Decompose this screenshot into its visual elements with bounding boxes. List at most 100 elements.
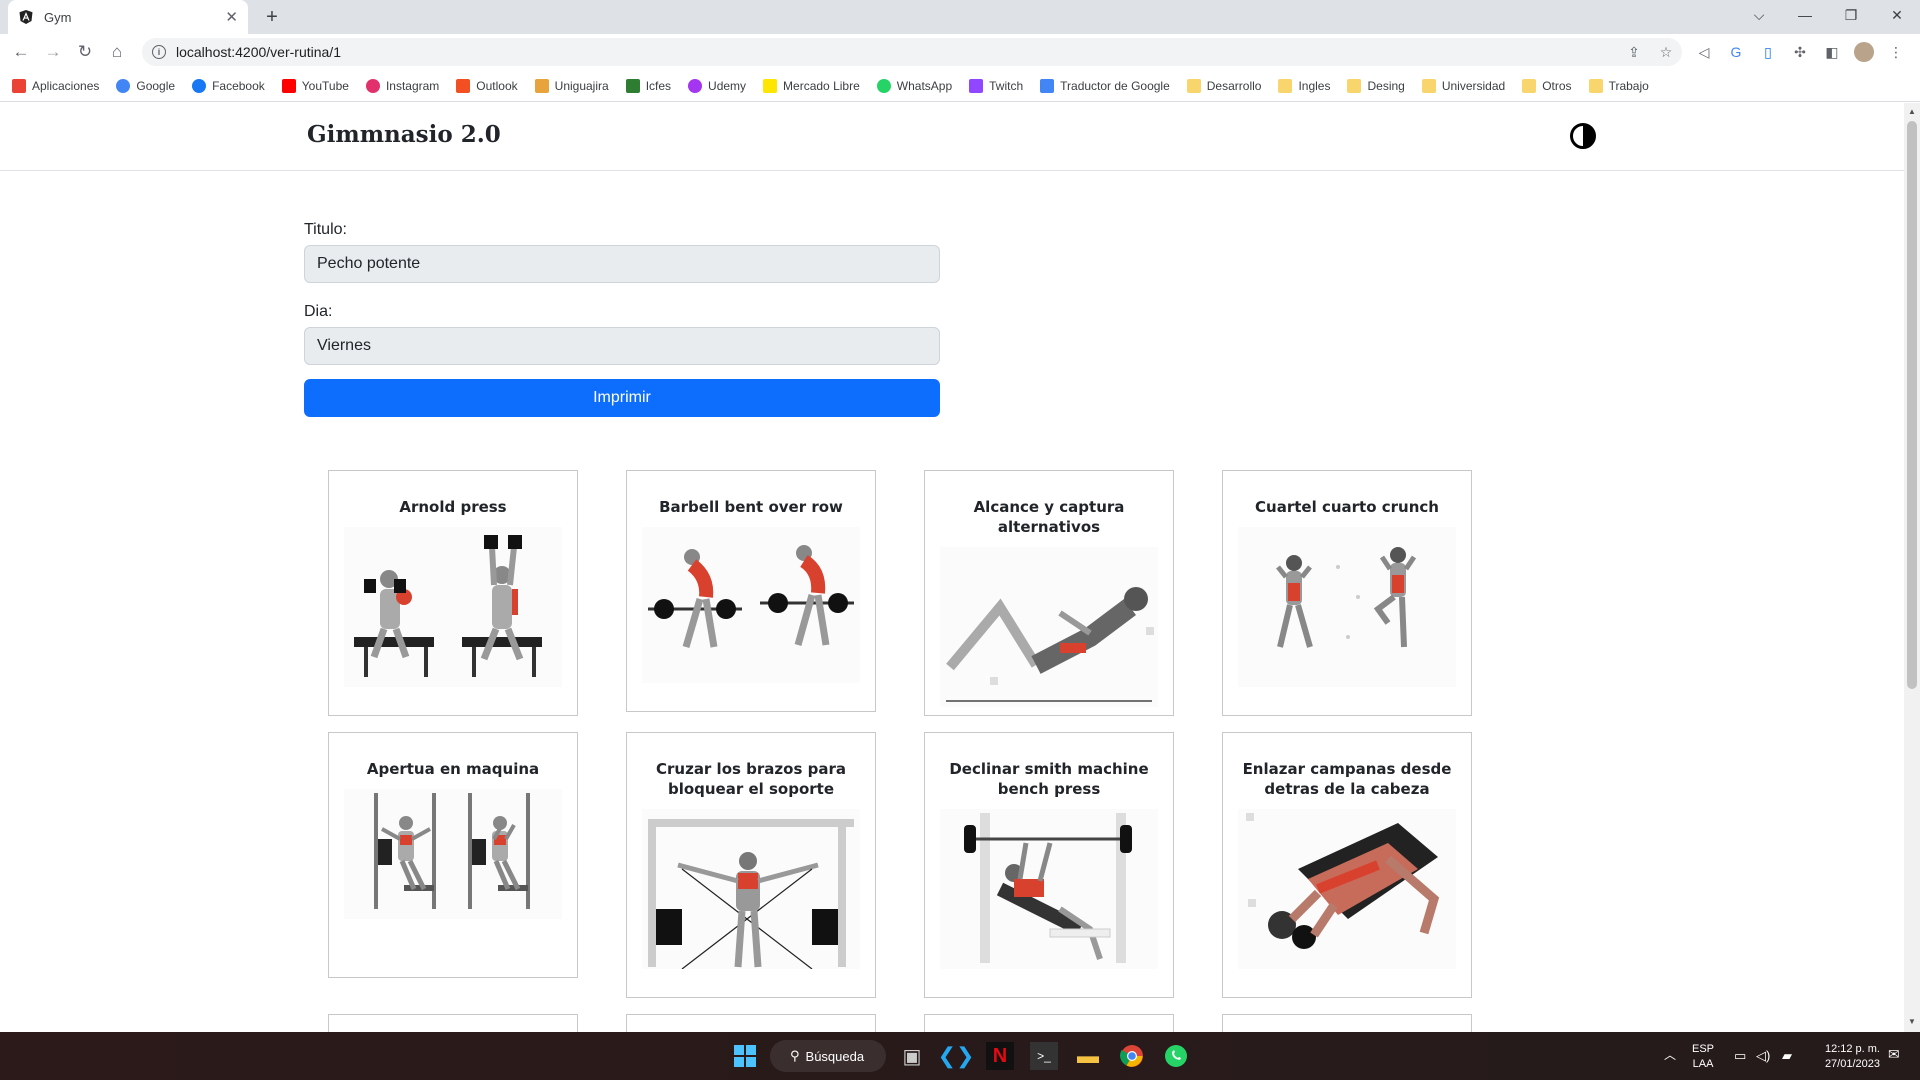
bookmark-icfes[interactable]: Icfes (625, 78, 671, 93)
whatsapp-icon (876, 78, 891, 93)
exercise-card[interactable]: Apertua en maquina (328, 732, 578, 978)
exercise-image (1238, 809, 1456, 969)
exercise-card[interactable]: Cruzar los brazos para bloquear el sopor… (626, 732, 876, 998)
print-button[interactable]: Imprimir (304, 379, 940, 417)
bookmark-star-icon[interactable]: ☆ (1656, 42, 1676, 62)
bookmark-youtube[interactable]: YouTube (281, 78, 349, 93)
task-view-icon[interactable]: ▣ (898, 1042, 926, 1070)
exercise-card[interactable]: Cuartel cuarto crunch (1222, 470, 1472, 716)
read-aloud-icon[interactable]: ◁ (1694, 42, 1714, 62)
bookmark-label: Aplicaciones (32, 78, 100, 93)
scroll-up-icon[interactable]: ▲ (1908, 107, 1916, 116)
close-tab-icon[interactable]: ✕ (225, 8, 238, 26)
bookmark-label: Trabajo (1608, 78, 1649, 93)
titulo-field[interactable]: Pecho potente (304, 245, 940, 283)
bookmark-whatsapp[interactable]: WhatsApp (876, 78, 952, 93)
file-explorer-icon[interactable]: ▬ (1074, 1042, 1102, 1070)
windows-start-icon[interactable] (731, 1042, 759, 1070)
exercise-title: Apertua en maquina (366, 760, 540, 778)
exercise-card[interactable] (924, 1014, 1174, 1032)
home-icon[interactable]: ⌂ (102, 37, 132, 67)
extension-icon[interactable]: ▯ (1758, 42, 1778, 62)
bookmark-facebook[interactable]: Facebook (192, 78, 265, 93)
exercise-image (1238, 527, 1456, 687)
exercise-card[interactable] (328, 1014, 578, 1032)
bookmark-instagram[interactable]: Instagram (365, 78, 439, 93)
browser-tab[interactable]: Gym ✕ (8, 0, 248, 34)
bookmark-twitch[interactable]: Twitch (969, 78, 1023, 93)
puzzle-extensions-icon[interactable]: ✣ (1790, 42, 1810, 62)
battery-icon[interactable]: ▰ (1782, 1048, 1792, 1063)
whatsapp-icon[interactable] (1162, 1042, 1190, 1070)
exercise-card[interactable]: Barbell bent over row (626, 470, 876, 712)
bookmark-label: Udemy (708, 78, 747, 93)
show-hidden-icons-chevron[interactable]: ︿ (1664, 1048, 1676, 1063)
bookmark-ingles[interactable]: Ingles (1278, 78, 1330, 93)
outlook-icon (456, 78, 471, 93)
page-viewport: Gimmnasio 2.0 Titulo: Pecho potente Dia:… (0, 103, 1904, 1032)
netflix-icon[interactable]: N (986, 1042, 1014, 1070)
close-window-button[interactable]: ✕ (1874, 0, 1920, 30)
exercise-title: Alcance y captura alternativos (973, 498, 1125, 536)
bookmark-trabajo[interactable]: Trabajo (1588, 78, 1649, 93)
folder-icon (1588, 78, 1603, 93)
network-icon[interactable]: ▭ (1734, 1048, 1746, 1063)
tab-search-icon[interactable]: ⌵ (1736, 0, 1782, 30)
terminal-icon[interactable]: >_ (1030, 1042, 1058, 1070)
search-icon: ⚲ (790, 1048, 800, 1063)
bookmark-desing[interactable]: Desing (1347, 78, 1405, 93)
language-indicator[interactable]: ESP LAA (1692, 1042, 1714, 1072)
back-arrow-icon[interactable]: ← (6, 37, 36, 67)
search-label: Búsqueda (805, 1048, 865, 1064)
scroll-down-icon[interactable]: ▼ (1908, 1017, 1916, 1026)
exercise-title: Barbell bent over row (659, 498, 843, 516)
exercise-card[interactable]: Declinar smith machine bench press (924, 732, 1174, 998)
new-tab-button[interactable]: + (258, 4, 286, 30)
bookmark-universidad[interactable]: Universidad (1421, 78, 1505, 93)
site-info-icon[interactable]: i (152, 45, 166, 59)
bookmark-otros[interactable]: Otros (1522, 78, 1572, 93)
taskbar-search[interactable]: ⚲ Búsqueda (770, 1040, 886, 1072)
theme-toggle-icon[interactable] (1570, 123, 1596, 149)
vscode-icon[interactable]: ❮❯ (938, 1042, 975, 1070)
volume-icon[interactable]: ◁) (1756, 1048, 1770, 1063)
exercise-image (344, 527, 562, 687)
angular-favicon-icon (18, 9, 34, 25)
notifications-icon[interactable]: ✉ (1888, 1047, 1900, 1062)
page-scrollbar[interactable]: ▲ ▼ (1904, 103, 1920, 1032)
app-brand[interactable]: Gimmnasio 2.0 (307, 121, 501, 148)
bookmark-mercado-libre[interactable]: Mercado Libre (763, 78, 860, 93)
translate-extension-icon[interactable]: G (1726, 42, 1746, 62)
bookmark-desarrollo[interactable]: Desarrollo (1186, 78, 1261, 93)
bookmark-google[interactable]: Google (116, 78, 175, 93)
clock[interactable]: 12:12 p. m. 27/01/2023 (1816, 1042, 1880, 1072)
exercise-title: Enlazar campanas desde detras de la cabe… (1242, 760, 1452, 798)
forward-arrow-icon[interactable]: → (38, 37, 68, 67)
folder-icon (1522, 78, 1537, 93)
menu-kebab-icon[interactable]: ⋮ (1886, 42, 1906, 62)
exercise-card[interactable]: Enlazar campanas desde detras de la cabe… (1222, 732, 1472, 998)
dia-field[interactable]: Viernes (304, 327, 940, 365)
reload-icon[interactable]: ↻ (70, 37, 100, 67)
bookmark-aplicaciones[interactable]: Aplicaciones (12, 78, 100, 93)
minimize-button[interactable]: — (1782, 0, 1828, 30)
restore-button[interactable]: ❐ (1828, 0, 1874, 30)
bookmark-udemy[interactable]: Udemy (688, 78, 747, 93)
share-icon[interactable]: ⇪ (1624, 42, 1644, 62)
clock-time: 12:12 p. m. (1824, 1043, 1880, 1055)
bookmark-traductor-de-google[interactable]: Traductor de Google (1040, 78, 1170, 93)
google-icon (116, 78, 131, 93)
exercise-card[interactable] (626, 1014, 876, 1032)
exercise-card[interactable]: Alcance y captura alternativos (924, 470, 1174, 716)
tab-strip: Gym ✕ + ⌵ — ❐ ✕ (0, 0, 1920, 34)
exercise-card[interactable]: Arnold press (328, 470, 578, 716)
profile-avatar[interactable] (1854, 42, 1874, 62)
side-panel-icon[interactable]: ◧ (1822, 42, 1842, 62)
exercise-card[interactable] (1222, 1014, 1472, 1032)
language-bottom: LAA (1692, 1058, 1714, 1070)
scrollbar-thumb[interactable] (1907, 121, 1917, 689)
address-bar[interactable]: i localhost:4200/ver-rutina/1 (142, 38, 1682, 66)
bookmark-outlook[interactable]: Outlook (456, 78, 518, 93)
chrome-icon[interactable] (1118, 1042, 1146, 1070)
bookmark-uniguajira[interactable]: Uniguajira (534, 78, 609, 93)
